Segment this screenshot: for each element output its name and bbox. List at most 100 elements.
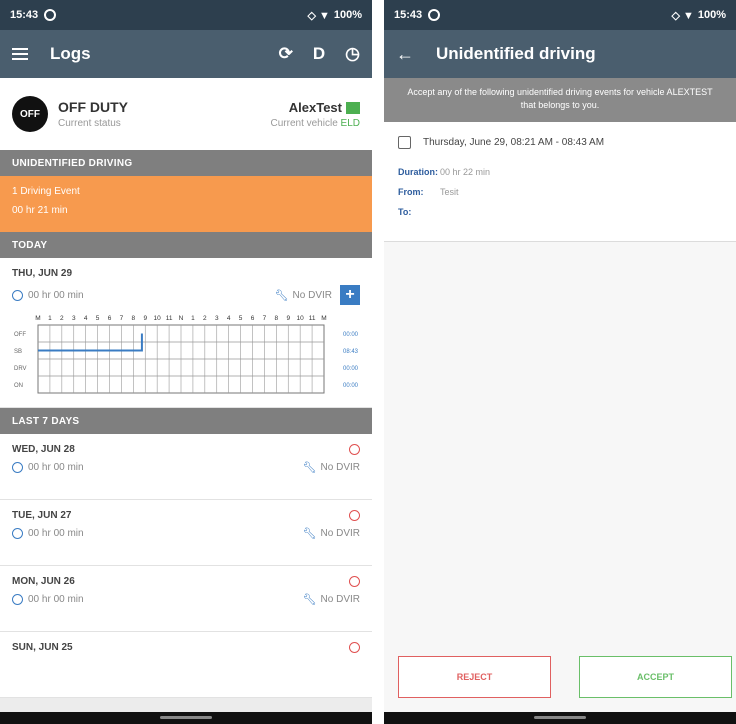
history-log-card[interactable]: WED, JUN 28 00 hr 00 min 🔧︎ No DVIR [0,434,372,500]
hour-label: 8 [275,315,279,322]
duration-value: 00 hr 22 min [440,167,491,177]
hour-label: 7 [263,315,267,322]
notification-icon [44,9,57,21]
hour-label: N [179,315,184,322]
duty-status-caption: Current status [58,118,121,129]
history-duration: 00 hr 00 min [28,528,84,539]
hour-label: 1 [191,315,195,322]
page-title: Logs [50,44,91,63]
clock-icon [12,462,23,473]
reject-button[interactable]: REJECT [398,656,551,698]
duty-row-label: ON [14,383,23,389]
wrench-icon: 🔧︎ [302,462,317,474]
instructions-text: Accept any of the following unidentified… [384,78,736,122]
event-datetime: Thursday, June 29, 08:21 AM - 08:43 AM [423,137,605,148]
clock-icon [12,289,23,301]
unidentified-event-duration: 00 hr 21 min [12,205,68,216]
battery-level: 100% [333,9,362,21]
hour-label: 6 [108,315,112,322]
today-log-card[interactable]: THU, JUN 29 00 hr 00 min 🔧︎ No DVIR + M1… [0,258,372,408]
duty-row-total: 00:00 [343,332,359,338]
vehicle-value: ELD [340,117,360,129]
hour-label: 5 [239,315,243,322]
hour-label: 9 [286,315,290,322]
eld-connected-icon [346,102,360,115]
duty-row-total: 00:00 [343,383,359,389]
history-log-card[interactable]: MON, JUN 26 00 hr 00 min 🔧︎ No DVIR [0,566,372,632]
signal-icon: ◇ ▼ [671,9,694,22]
hour-label: 8 [132,315,136,322]
page-title: Unidentified driving [436,44,596,63]
today-duration: 00 hr 00 min [28,289,84,301]
hour-label: 9 [143,315,147,322]
system-nav-bar [384,712,736,724]
duty-status-badge: OFF [12,96,48,132]
hour-label: 10 [297,315,305,322]
add-icon[interactable]: + [340,285,360,305]
history-duration: 00 hr 00 min [28,462,84,473]
unidentified-driving-header: UNIDENTIFIED DRIVING [0,150,372,176]
history-duration: 00 hr 00 min [28,594,84,605]
last-7-days-header: LAST 7 DAYS [0,408,372,434]
history-date: WED, JUN 28 [12,444,75,455]
hour-label: 11 [309,315,316,322]
back-arrow-icon[interactable]: ← [396,44,414,65]
notification-icon [428,9,441,21]
unidentified-driving-screen: 15:43 ◇ ▼ 100% ← Unidentified driving Ac… [384,0,736,724]
wrench-icon: 🔧︎ [274,289,289,302]
hour-label: 4 [227,315,231,322]
signal-icon: ◇ ▼ [307,9,330,22]
hour-label: 1 [48,315,52,322]
logs-screen: 15:43 ◇ ▼ 100% Logs ⟳ D ◷ OFF OFF DUTY C… [0,0,372,724]
hour-label: 7 [120,315,124,322]
wrench-icon: 🔧︎ [302,594,317,606]
history-list: WED, JUN 28 00 hr 00 min 🔧︎ No DVIR TUE, JUN… [0,434,372,698]
hour-label: M [321,315,326,322]
from-label: From: [398,187,424,197]
duty-status-text: OFF DUTY [58,99,128,115]
vehicle-caption: Current vehicle [270,117,338,129]
history-date: TUE, JUN 27 [12,510,72,521]
status-bar: 15:43 ◇ ▼ 100% [0,0,372,30]
hour-label: 2 [203,315,207,322]
hour-label: 3 [215,315,219,322]
menu-icon[interactable] [12,48,28,60]
hour-label: 4 [84,315,88,322]
duty-row-label: DRV [14,366,27,372]
hour-label: 2 [60,315,64,322]
app-bar: ← Unidentified driving [384,30,736,78]
home-gesture-pill[interactable] [534,716,586,719]
hour-label: 11 [166,315,173,322]
event-checkbox[interactable] [398,136,411,149]
history-log-card[interactable]: SUN, JUN 25 [0,632,372,698]
driver-name: AlexTest [288,99,342,115]
duty-row-label: SB [14,349,22,355]
alert-icon [349,444,360,455]
clock-badge-icon[interactable]: ◷ [345,44,360,64]
app-bar: Logs ⟳ D ◷ [0,30,372,78]
alert-icon [349,510,360,521]
wrench-icon: 🔧︎ [302,528,317,540]
history-log-card[interactable]: TUE, JUN 27 00 hr 00 min 🔧︎ No DVIR [0,500,372,566]
today-dvir: No DVIR [292,289,332,301]
duty-row-total: 08:43 [343,349,359,355]
history-date: SUN, JUN 25 [12,642,73,653]
history-dvir: No DVIR [320,462,360,473]
hour-label: M [35,315,40,322]
status-bar: 15:43 ◇ ▼ 100% [384,0,736,30]
driver-status-row[interactable]: OFF OFF DUTY Current status AlexTest Cur… [0,78,372,150]
from-value: Tesit [440,187,459,197]
unidentified-event-item[interactable]: Thursday, June 29, 08:21 AM - 08:43 AM D… [384,122,736,242]
hos-graph: M 1 2 3 4 5 6 7 8 9 10 11 N 1 2 3 4 5 6 7 8 9 10 11 MOFF 00:00SB 0… [14,315,359,394]
sync-icon[interactable]: ⟳ [279,44,293,64]
hour-label: 6 [251,315,255,322]
battery-level: 100% [697,9,726,21]
alert-icon [349,576,360,587]
today-header: TODAY [0,232,372,258]
duty-status-d-button[interactable]: D [313,44,325,64]
hour-label: 10 [154,315,162,322]
accept-button[interactable]: ACCEPT [579,656,732,698]
unidentified-event-banner[interactable]: 1 Driving Event 00 hr 21 min [0,176,372,232]
home-gesture-pill[interactable] [160,716,212,719]
hour-label: 5 [96,315,100,322]
